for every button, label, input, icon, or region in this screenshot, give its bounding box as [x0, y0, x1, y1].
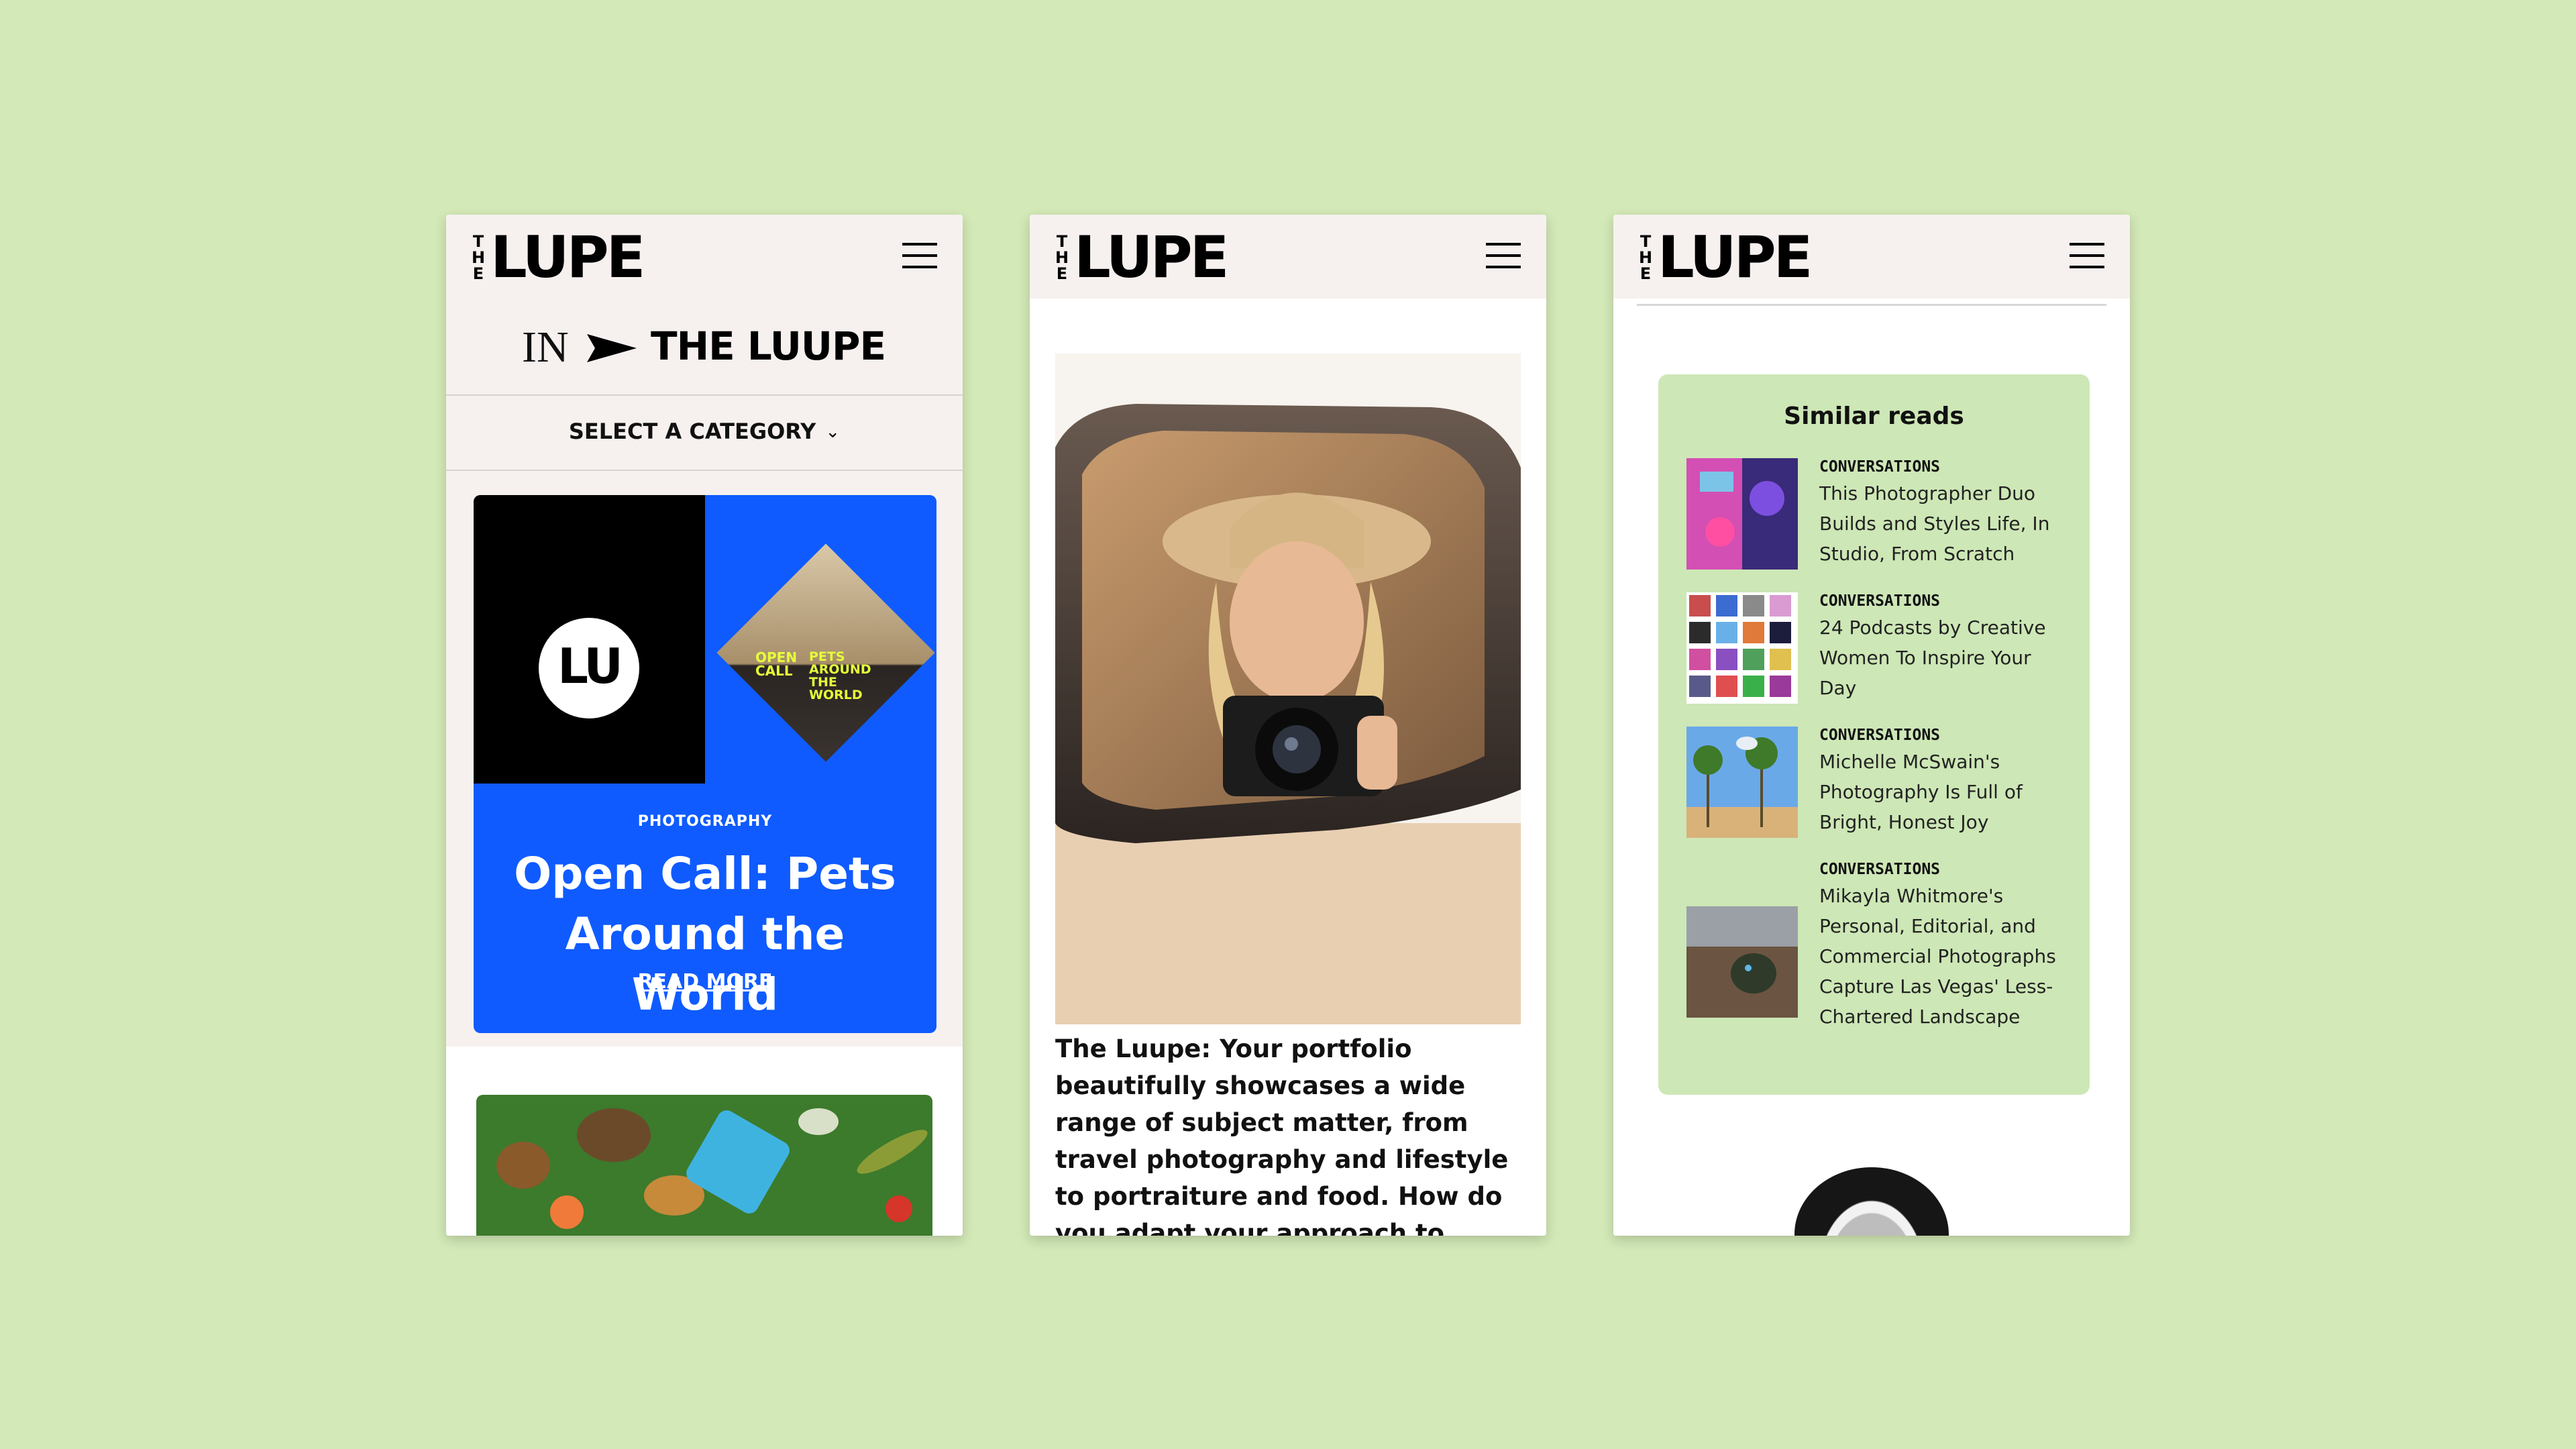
feature-logo-panel: LU: [474, 495, 705, 784]
photographer-car-mirror-photo: [1055, 354, 1521, 1024]
header: THE LUPE: [1613, 215, 2130, 299]
read-category-tag: CONVERSATIONS: [1819, 727, 1941, 744]
read-title[interactable]: 24 Podcasts by Creative Women To Inspire…: [1819, 612, 2071, 703]
similar-read-item[interactable]: CONVERSATIONS Michelle McSwain's Photogr…: [1686, 727, 2076, 847]
hamburger-menu-icon[interactable]: [1486, 241, 1521, 270]
category-select[interactable]: SELECT A CATEGORY ⌄: [446, 394, 963, 471]
phone-screen-similar-reads: THE LUPE Similar reads CONVERSATIONS Thi…: [1613, 215, 2130, 1236]
play-arrow-icon: [587, 334, 637, 362]
site-logo[interactable]: THE LUPE: [1636, 227, 1878, 288]
in-brand-name: THE LUUPE: [651, 323, 886, 369]
interview-question: The Luupe: Your portfolio beautifully sh…: [1055, 1034, 1509, 1236]
section-heading: IN THE LUUPE: [446, 309, 963, 382]
similar-reads-panel: Similar reads CONVERSATIONS This Photogr…: [1658, 374, 2090, 1095]
read-title[interactable]: This Photographer Duo Builds and Styles …: [1819, 478, 2071, 569]
read-thumbnail: [1686, 592, 1798, 704]
logo-wordmark: LUPE: [1658, 224, 1813, 291]
read-category-tag: CONVERSATIONS: [1819, 458, 1941, 476]
read-title[interactable]: Michelle McSwain's Photography Is Full o…: [1819, 747, 2071, 837]
in-label: IN: [522, 323, 569, 372]
read-title[interactable]: Mikayla Whitmore's Personal, Editorial, …: [1819, 881, 2071, 1032]
similar-read-item[interactable]: CONVERSATIONS This Photographer Duo Buil…: [1686, 458, 2076, 579]
phone-screen-category: THE LUPE IN THE LUUPE SELECT A CATEGORY ⌄…: [446, 215, 963, 1236]
read-category-tag: CONVERSATIONS: [1819, 861, 1941, 878]
header: THE LUPE: [446, 215, 963, 299]
phone-screen-interview: THE LUPE The Luupe: Your portfolio beaut…: [1030, 215, 1546, 1236]
similar-reads-title: Similar reads: [1784, 402, 1964, 430]
luupe-circle-logo: LU: [539, 618, 639, 718]
featured-article-card[interactable]: LU OPEN CALL PETS AROUND THE WORLD PHOTO…: [474, 495, 936, 1033]
diamond-open-call-text: OPEN CALL: [755, 649, 798, 679]
logo-the-mark: THE: [1638, 232, 1653, 283]
chevron-down-icon: ⌄: [825, 421, 841, 441]
article-thumbnail-pets[interactable]: [476, 1095, 932, 1236]
feature-category-tag[interactable]: PHOTOGRAPHY: [474, 813, 936, 830]
diamond-pets-text: PETS AROUND THE WORLD: [809, 649, 871, 702]
site-logo[interactable]: THE LUPE: [1053, 227, 1294, 288]
divider: [1637, 304, 2106, 306]
author-portrait-image: [1794, 1167, 1949, 1236]
category-select-label: SELECT A CATEGORY: [568, 419, 816, 444]
read-category-tag: CONVERSATIONS: [1819, 592, 1941, 610]
read-thumbnail: [1686, 906, 1798, 1018]
similar-read-item[interactable]: CONVERSATIONS 24 Podcasts by Creative Wo…: [1686, 592, 2076, 713]
logo-wordmark: LUPE: [1074, 224, 1229, 291]
read-more-link[interactable]: READ MORE: [474, 970, 936, 994]
hamburger-menu-icon[interactable]: [902, 241, 937, 270]
read-thumbnail: [1686, 727, 1798, 838]
hamburger-menu-icon[interactable]: [2070, 241, 2104, 270]
header: THE LUPE: [1030, 215, 1546, 299]
read-thumbnail: [1686, 458, 1798, 570]
logo-the-mark: THE: [1055, 232, 1069, 283]
logo-wordmark: LUPE: [490, 224, 645, 291]
similar-read-item[interactable]: CONVERSATIONS Mikayla Whitmore's Persona…: [1686, 861, 2076, 1075]
logo-the-mark: THE: [471, 232, 486, 283]
site-logo[interactable]: THE LUPE: [469, 227, 710, 288]
feature-title[interactable]: Open Call: Pets Around the World: [494, 844, 916, 1025]
